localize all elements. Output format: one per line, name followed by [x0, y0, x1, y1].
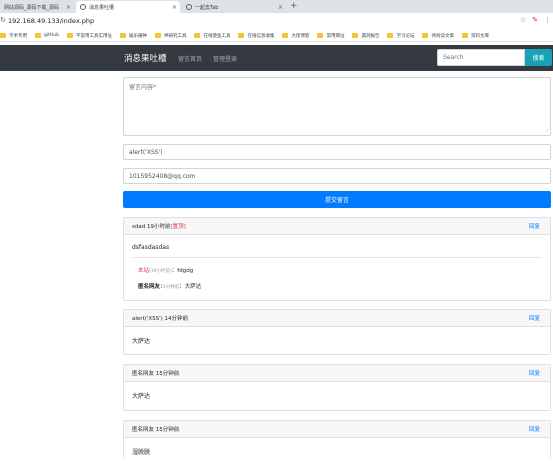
message-card: 匿名网友 15分钟前 回复 湿脱脱 — [123, 420, 551, 459]
resize-handle-icon[interactable]: ⟋ — [545, 128, 549, 134]
toolbar-icons: ☆ ✎ ⋮ — [520, 16, 551, 24]
message-text: dsfasdasdas — [132, 244, 170, 251]
reply-time: 15分钟前 — [160, 285, 180, 290]
folder-icon — [66, 33, 73, 38]
reply-link[interactable]: 回复 — [529, 369, 540, 377]
message-card: alert('XSS') 14分钟前 回复 大萨达 — [123, 309, 551, 355]
star-icon[interactable]: ☆ — [520, 16, 526, 24]
email-field[interactable]: 1015952408@qq.com — [123, 168, 551, 184]
close-icon[interactable]: × — [278, 4, 283, 11]
nav-link-home[interactable]: 留言首页 — [178, 54, 202, 63]
reply-author: 匿名网友 — [138, 284, 161, 290]
nav-link-admin-login[interactable]: 管理登录 — [213, 54, 237, 63]
tab-title: 网站源码_源码下载_源码 — [4, 4, 60, 11]
bookmark-item[interactable]: 在线信息收集 — [238, 33, 274, 39]
globe-icon — [186, 4, 192, 10]
message-author-time: 匿名网友 15分钟前 — [132, 427, 180, 433]
pinned-badge: [置顶] — [170, 224, 186, 230]
tab-title: 消息果吐槽 — [89, 4, 115, 11]
reply-author: 本站 — [138, 268, 150, 274]
message-body: 大萨达 — [124, 382, 550, 409]
reply-time: (19小时前) — [149, 269, 172, 274]
browser-tab[interactable]: 一起去Tab × — [182, 1, 286, 13]
bookmark-item[interactable]: 娱乐播钟 — [119, 33, 147, 39]
reply-item: 本站(19小时前)：fdgdg — [132, 262, 542, 278]
bookmark-item[interactable]: 学术专用 — [0, 33, 27, 39]
browser-tab-active[interactable]: 消息果吐槽 × — [76, 1, 180, 13]
browser-tab[interactable]: 网站源码_源码下载_源码 × — [0, 1, 74, 13]
address-bar: ↻ 192.168.49.133/index.php ☆ ✎ ⋮ — [0, 13, 553, 30]
reply-link[interactable]: 回复 — [529, 425, 540, 433]
bookmark-item[interactable]: 常用网址 — [317, 33, 344, 39]
message-placeholder: 留言内容* — [129, 84, 157, 91]
globe-icon — [80, 4, 86, 10]
message-header: alert('XSS') 14分钟前 回复 — [124, 310, 550, 327]
bookmark-item[interactable]: 学习论坛 — [387, 33, 414, 39]
submit-message-button[interactable]: 提交留言 — [123, 191, 551, 208]
message-body: 大萨达 — [124, 327, 550, 354]
search-input[interactable] — [437, 49, 525, 66]
bookmark-item[interactable]: 待阅读文章 — [422, 33, 454, 39]
search-button[interactable]: 搜索 — [525, 49, 552, 66]
bookmark-item[interactable]: gitHub — [35, 33, 59, 38]
message-author-time: alert('XSS') 14分钟前 — [132, 316, 189, 322]
name-field[interactable]: alert('XSS') — [123, 144, 551, 160]
message-header: 匿名网友 15分钟前 回复 — [124, 365, 550, 382]
message-text: 大萨达 — [132, 338, 151, 345]
folder-icon — [238, 33, 245, 38]
folder-icon — [317, 33, 324, 38]
message-author-time: 匿名网友 15分钟前 — [132, 371, 180, 377]
folder-icon — [422, 33, 429, 38]
folder-icon — [154, 33, 161, 38]
message-text: 大萨达 — [132, 393, 151, 400]
site-brand[interactable]: 消息果吐槽 — [124, 52, 167, 64]
close-icon[interactable]: × — [172, 4, 177, 11]
message-textarea[interactable]: 留言内容* ⟋ — [123, 77, 551, 136]
message-author-time: sdad 19小时前 — [132, 224, 171, 230]
url-field[interactable]: 192.168.49.133/index.php — [8, 17, 94, 25]
bookmarks-bar: 学术专用 gitHub 不常用工具实用址 娱乐播钟 神研究工具 在线使鱼工具 在… — [0, 30, 553, 42]
reply-link[interactable]: 回复 — [529, 222, 540, 230]
reload-icon[interactable]: ↻ — [0, 16, 6, 24]
bookmark-item[interactable]: 神研究工具 — [154, 33, 186, 39]
message-text: 湿脱脱 — [132, 449, 151, 456]
new-tab-button[interactable]: + — [290, 1, 298, 11]
folder-icon — [0, 33, 6, 38]
message-header: sdad 19小时前 [置顶] 回复 — [124, 218, 550, 235]
folder-icon — [119, 33, 126, 38]
folder-icon — [194, 33, 201, 38]
divider — [132, 257, 542, 258]
folder-icon — [35, 33, 41, 38]
folder-icon — [461, 33, 468, 38]
reply-item: 匿名网友15分钟前：大萨达 — [132, 278, 542, 294]
message-header: 匿名网友 15分钟前 回复 — [124, 421, 550, 438]
reply-text: fdgdg — [177, 268, 194, 274]
menu-icon[interactable]: ⋮ — [544, 16, 551, 24]
reply-link[interactable]: 回复 — [529, 314, 540, 322]
close-icon[interactable]: × — [66, 4, 71, 11]
reply-text: 大萨达 — [184, 284, 202, 290]
browser-tab-strip: 网站源码_源码下载_源码 × 消息果吐槽 × 一起去Tab × + — [0, 0, 553, 13]
bookmark-item[interactable]: 大佬博客 — [282, 33, 309, 39]
bookmark-item[interactable]: 在线使鱼工具 — [194, 33, 230, 39]
folder-icon — [387, 33, 394, 38]
extension-icon[interactable]: ✎ — [532, 16, 538, 24]
bookmark-item[interactable]: 漏洞报告 — [352, 33, 379, 39]
message-card: sdad 19小时前 [置顶] 回复 dsfasdasdas 本站(19小时前)… — [123, 217, 551, 301]
message-card: 匿名网友 15分钟前 回复 大萨达 — [123, 364, 551, 411]
folder-icon — [282, 33, 289, 38]
bookmark-item[interactable]: 资料文库 — [461, 33, 489, 39]
message-body: dsfasdasdas 本站(19小时前)：fdgdg 匿名网友15分钟前：大萨… — [124, 235, 550, 296]
tab-title: 一起去Tab — [195, 4, 219, 11]
folder-icon — [352, 33, 359, 38]
message-body: 湿脱脱 — [124, 438, 550, 465]
bookmark-item[interactable]: 不常用工具实用址 — [66, 33, 112, 39]
